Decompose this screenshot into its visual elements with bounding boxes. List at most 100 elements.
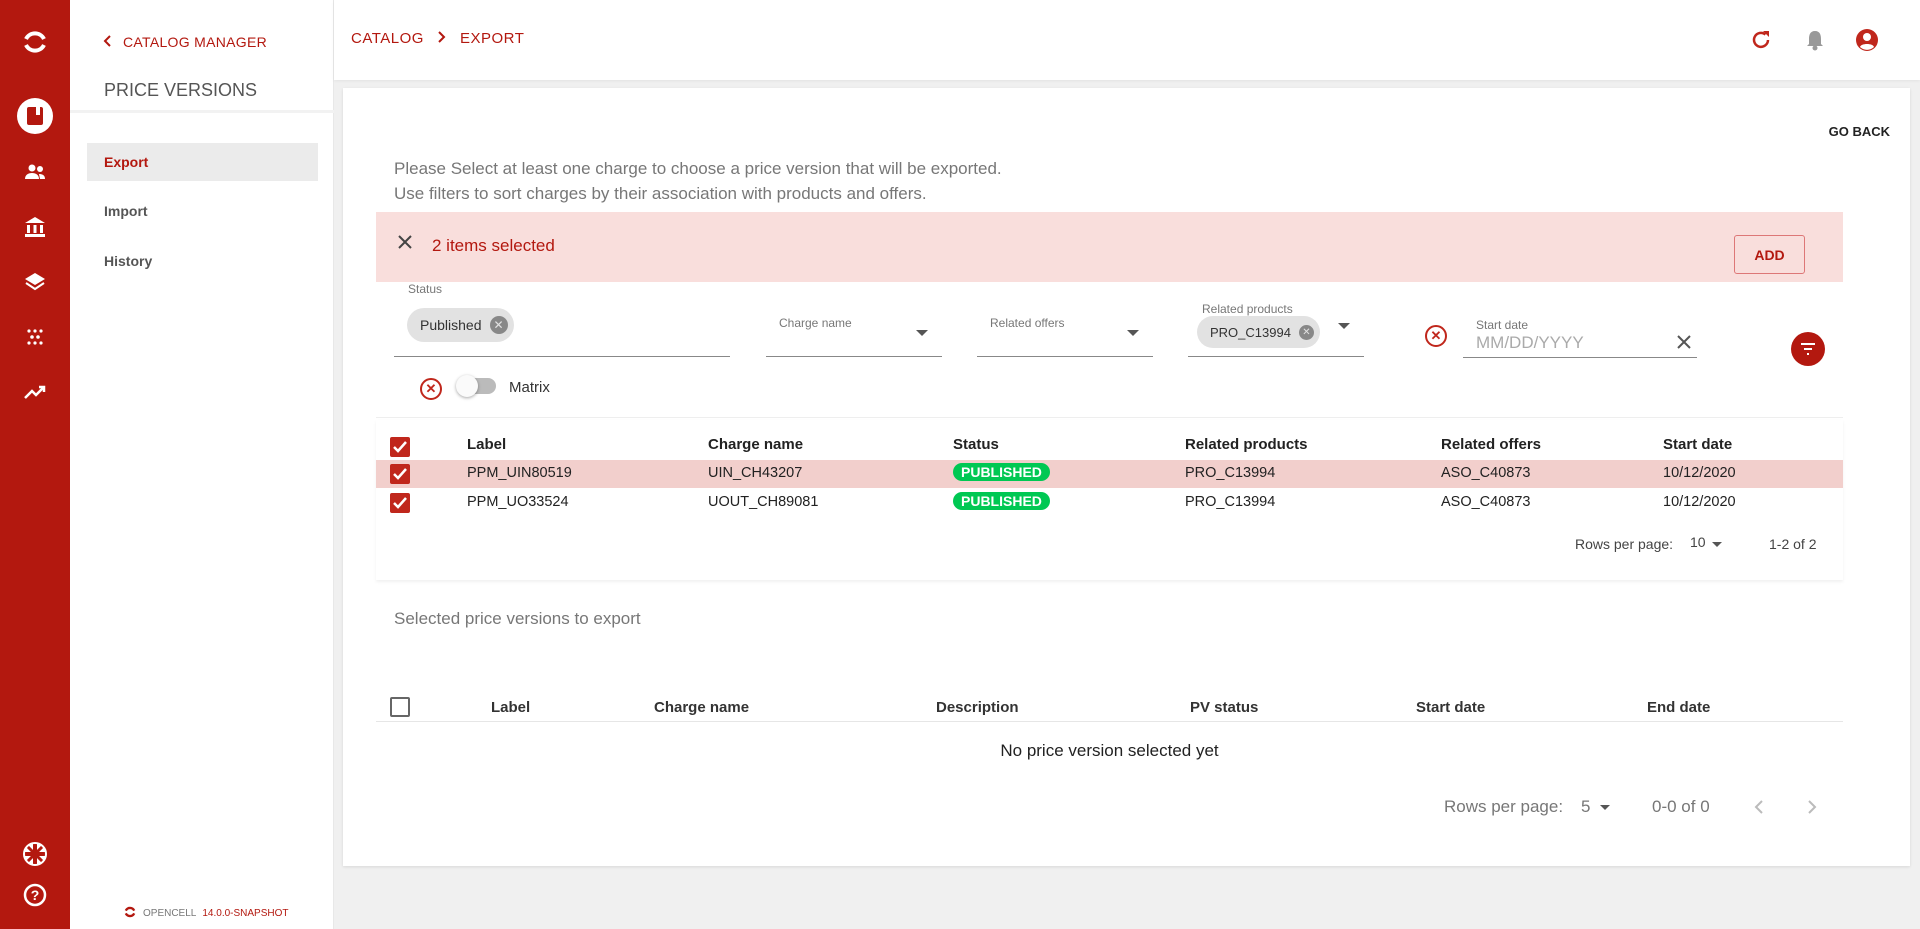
- table-header: Label Charge name Status Related product…: [376, 431, 1843, 459]
- back-to-catalog-manager[interactable]: CATALOG MANAGER: [103, 34, 267, 50]
- col-charge-name[interactable]: Charge name: [654, 699, 749, 716]
- chip-label: PRO_C13994: [1210, 324, 1291, 340]
- chip-remove-icon[interactable]: ✕: [1298, 324, 1314, 340]
- dots-icon[interactable]: [20, 322, 50, 352]
- col-charge-name[interactable]: Charge name: [708, 436, 803, 453]
- sidebar-item-history[interactable]: History: [87, 242, 318, 280]
- col-end-date[interactable]: End date: [1647, 699, 1710, 716]
- col-start-date[interactable]: Start date: [1416, 699, 1485, 716]
- language-flag-icon[interactable]: [20, 839, 50, 869]
- charges-table: Label Charge name Status Related product…: [376, 420, 1843, 580]
- back-label: CATALOG MANAGER: [123, 34, 268, 50]
- col-start-date[interactable]: Start date: [1663, 436, 1732, 453]
- sidebar-item-label: History: [104, 253, 153, 269]
- clear-filters-icon[interactable]: ✕: [1425, 325, 1447, 347]
- chevron-down-icon[interactable]: [1600, 805, 1610, 810]
- rows-per-page-label: Rows per page:: [1444, 797, 1564, 816]
- chevron-right-icon[interactable]: [1808, 800, 1817, 819]
- matrix-toggle[interactable]: [456, 375, 496, 397]
- help-icon[interactable]: ?: [20, 880, 50, 910]
- opencell-logo-icon: [123, 905, 137, 922]
- cell-charge: UOUT_CH89081: [708, 494, 819, 510]
- cell-products: PRO_C13994: [1185, 465, 1276, 481]
- go-back-button[interactable]: GO BACK: [1821, 120, 1898, 143]
- add-button[interactable]: ADD: [1734, 235, 1805, 274]
- export-section-title: Selected price versions to export: [394, 609, 641, 628]
- clear-matrix-icon[interactable]: ✕: [420, 378, 442, 400]
- account-icon[interactable]: [1854, 27, 1880, 53]
- product-chip[interactable]: PRO_C13994 ✕: [1197, 316, 1320, 348]
- chevron-right-icon: [438, 30, 446, 47]
- chip-label: Published: [420, 317, 482, 333]
- chip-remove-icon[interactable]: ✕: [489, 316, 508, 334]
- chevron-left-icon: [103, 34, 111, 50]
- charge-name-filter[interactable]: [766, 300, 942, 357]
- pagination-range: 1-2 of 2: [1769, 536, 1817, 552]
- col-pv-status[interactable]: PV status: [1190, 699, 1258, 716]
- opencell-logo-icon[interactable]: [20, 27, 50, 57]
- col-related-products[interactable]: Related products: [1185, 436, 1308, 453]
- sidebar-item-label: Export: [104, 154, 149, 170]
- cell-charge: UIN_CH43207: [708, 465, 803, 481]
- cell-offers: ASO_C40873: [1441, 465, 1531, 481]
- col-label[interactable]: Label: [491, 699, 530, 716]
- top-bar: CATALOG EXPORT: [334, 0, 1920, 80]
- chevron-down-icon[interactable]: [1712, 542, 1722, 547]
- bell-icon[interactable]: [1802, 27, 1828, 53]
- breadcrumb-catalog[interactable]: CATALOG: [351, 30, 424, 47]
- filter-list-icon[interactable]: [1791, 332, 1825, 366]
- status-filter-label: Status: [408, 282, 443, 296]
- select-all-checkbox[interactable]: [390, 697, 410, 717]
- instructions: Please Select at least one charge to cho…: [394, 156, 1002, 206]
- cell-start-date: 10/12/2020: [1663, 465, 1736, 481]
- instruction-line-1: Please Select at least one charge to cho…: [394, 159, 1002, 178]
- start-date-placeholder: MM/DD/YYYY: [1476, 333, 1584, 352]
- chevron-down-icon[interactable]: [1338, 323, 1350, 329]
- sidebar-item-import[interactable]: Import: [87, 192, 318, 230]
- empty-state-text: No price version selected yet: [1000, 741, 1219, 760]
- matrix-label: Matrix: [509, 379, 550, 396]
- trending-icon[interactable]: [20, 377, 50, 407]
- chevron-down-icon[interactable]: [916, 330, 928, 336]
- bank-icon[interactable]: [20, 212, 50, 242]
- secondary-sidebar: CATALOG MANAGER PRICE VERSIONS Export Im…: [70, 0, 334, 929]
- book-icon[interactable]: [17, 98, 53, 134]
- refresh-icon[interactable]: [1748, 27, 1774, 53]
- rows-per-page-select[interactable]: 5: [1581, 797, 1590, 817]
- layers-icon[interactable]: [20, 267, 50, 297]
- sidebar-item-label: Import: [104, 203, 148, 219]
- col-label[interactable]: Label: [467, 436, 506, 453]
- export-table-header: Label Charge name Description PV status …: [376, 690, 1843, 722]
- status-badge: PUBLISHED: [953, 463, 1050, 481]
- rows-per-page-select[interactable]: 10: [1690, 534, 1706, 550]
- people-icon[interactable]: [20, 157, 50, 187]
- status-chip[interactable]: Published ✕: [407, 308, 514, 342]
- sidebar-item-export[interactable]: Export: [87, 143, 318, 181]
- divider: [70, 110, 334, 113]
- table-row[interactable]: PPM_UIN80519 UIN_CH43207 PUBLISHED PRO_C…: [376, 460, 1843, 488]
- selected-count: 2 items selected: [432, 236, 555, 255]
- row-checkbox[interactable]: [390, 464, 410, 484]
- pagination-range: 0-0 of 0: [1652, 797, 1710, 816]
- close-icon[interactable]: [1676, 334, 1692, 355]
- row-checkbox[interactable]: [390, 493, 410, 513]
- chevron-left-icon[interactable]: [1754, 800, 1763, 819]
- related-offers-filter[interactable]: [977, 300, 1153, 357]
- status-badge: PUBLISHED: [953, 492, 1050, 510]
- section-title: PRICE VERSIONS: [104, 80, 258, 100]
- select-all-checkbox[interactable]: [390, 437, 410, 457]
- app-rail: ?: [0, 0, 70, 929]
- cell-offers: ASO_C40873: [1441, 494, 1531, 510]
- instruction-line-2: Use filters to sort charges by their ass…: [394, 184, 927, 203]
- col-status[interactable]: Status: [953, 436, 999, 453]
- version-info: OPENCELL 14.0.0-SNAPSHOT: [123, 905, 289, 922]
- chevron-down-icon[interactable]: [1127, 330, 1139, 336]
- toggle-knob: [456, 375, 478, 397]
- col-related-offers[interactable]: Related offers: [1441, 436, 1541, 453]
- clear-selection-icon[interactable]: [398, 235, 412, 254]
- cell-products: PRO_C13994: [1185, 494, 1276, 510]
- cell-start-date: 10/12/2020: [1663, 494, 1736, 510]
- table-row[interactable]: PPM_UO33524 UOUT_CH89081 PUBLISHED PRO_C…: [376, 489, 1843, 517]
- version-brand: OPENCELL: [143, 908, 197, 919]
- col-description[interactable]: Description: [936, 699, 1019, 716]
